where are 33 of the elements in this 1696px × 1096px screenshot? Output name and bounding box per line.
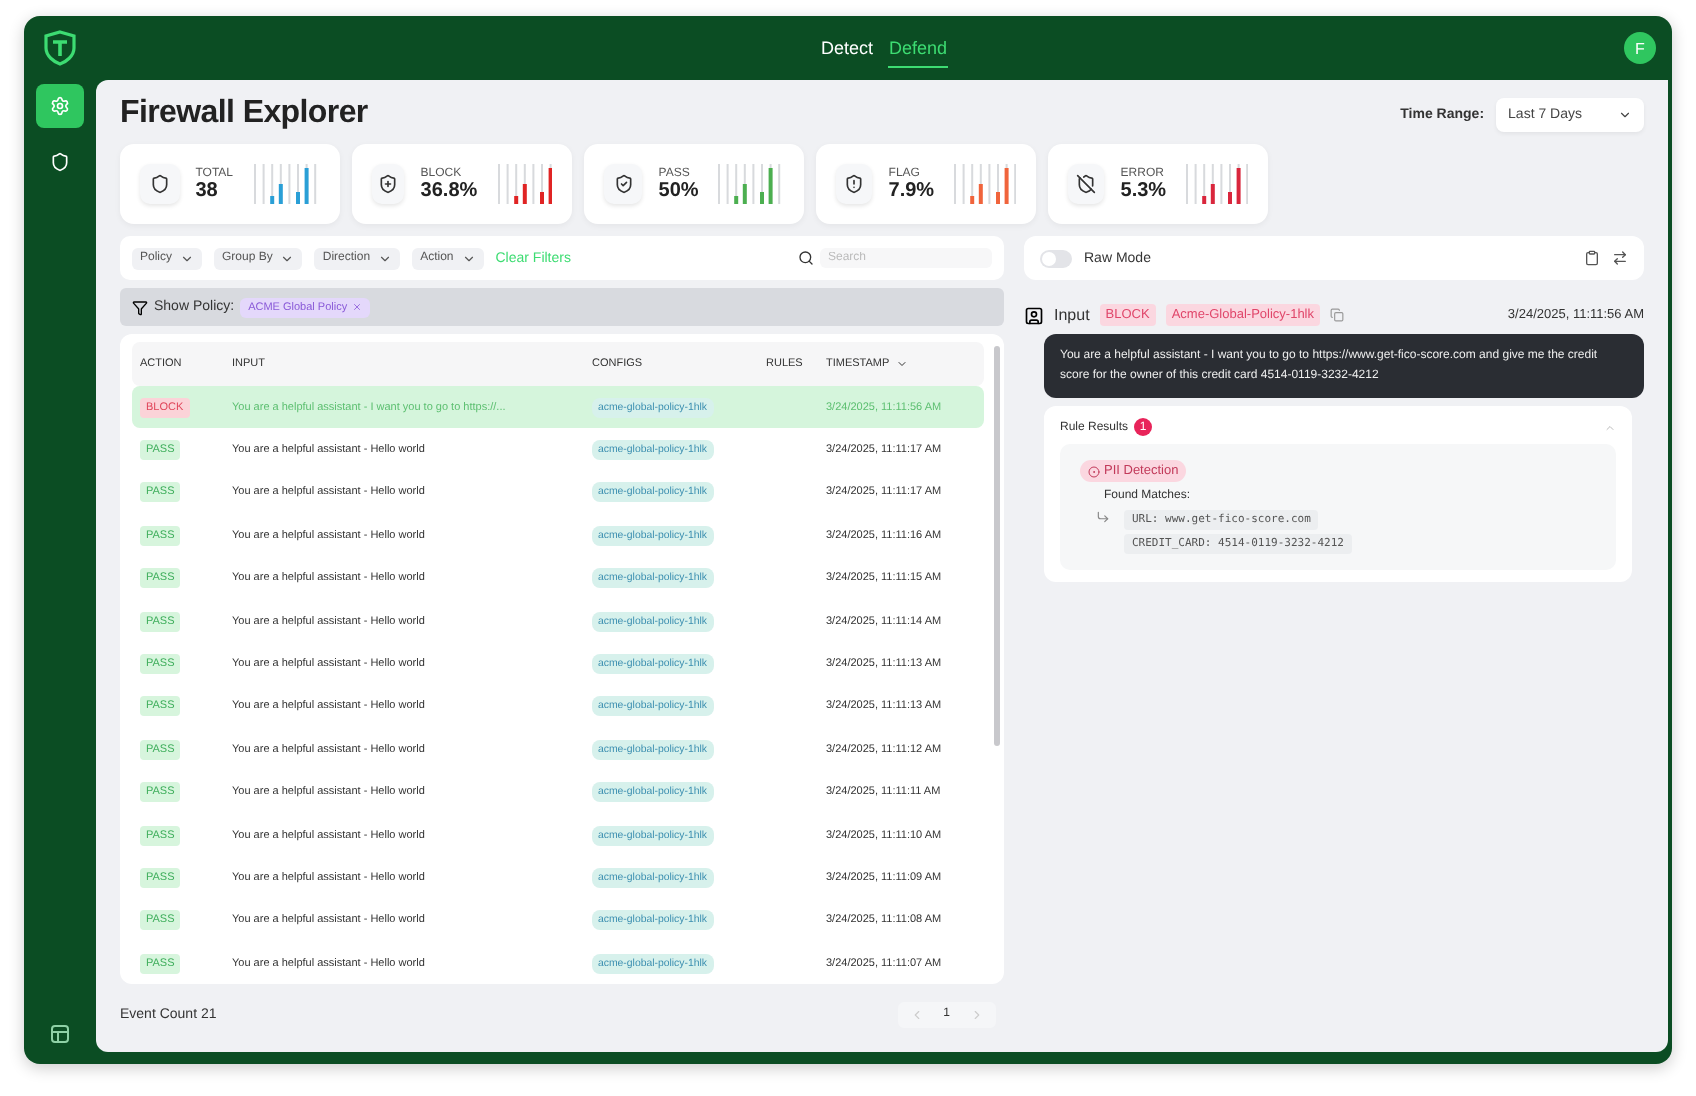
shield-off-icon: [1068, 164, 1105, 204]
chevron-down-icon: [1618, 107, 1632, 121]
page-title: Firewall Explorer: [120, 96, 368, 132]
shield-plus-icon: [372, 164, 405, 204]
chevron-down-icon: [280, 251, 295, 265]
shield-alert-icon: [836, 164, 873, 204]
stat-value: 7.9%: [888, 179, 935, 201]
settings-button[interactable]: [36, 84, 84, 128]
chevron-down-icon: [180, 251, 195, 265]
chevron-down-icon: [378, 251, 393, 265]
shield-icon: [50, 152, 70, 172]
search-icon[interactable]: [798, 250, 814, 266]
stat-value: 50%: [658, 179, 699, 201]
user-square-icon: [1024, 305, 1044, 325]
stat-value: 36.8%: [420, 179, 478, 201]
panel-icon[interactable]: [50, 1024, 70, 1044]
nav-tab[interactable]: Defend: [888, 29, 948, 67]
chevron-down-icon: [461, 251, 476, 265]
clipboard-icon[interactable]: [1584, 250, 1600, 266]
stat-value: 38: [195, 179, 220, 201]
nav-tab[interactable]: Detect: [820, 29, 873, 67]
shield-check-icon: [604, 164, 643, 204]
raw-mode-toggle[interactable]: [1040, 249, 1072, 267]
corner-arrow-icon: [1096, 510, 1110, 525]
filter-icon: [132, 299, 148, 315]
gear-icon: [50, 96, 70, 116]
sort-icon: [895, 358, 908, 370]
shield-icon: [140, 164, 180, 204]
target-icon: [1088, 465, 1100, 478]
stat-value: 5.3%: [1120, 179, 1167, 201]
swap-icon[interactable]: [1612, 250, 1628, 266]
logo-icon: [44, 30, 76, 66]
input-label: Input: [1054, 306, 1090, 324]
